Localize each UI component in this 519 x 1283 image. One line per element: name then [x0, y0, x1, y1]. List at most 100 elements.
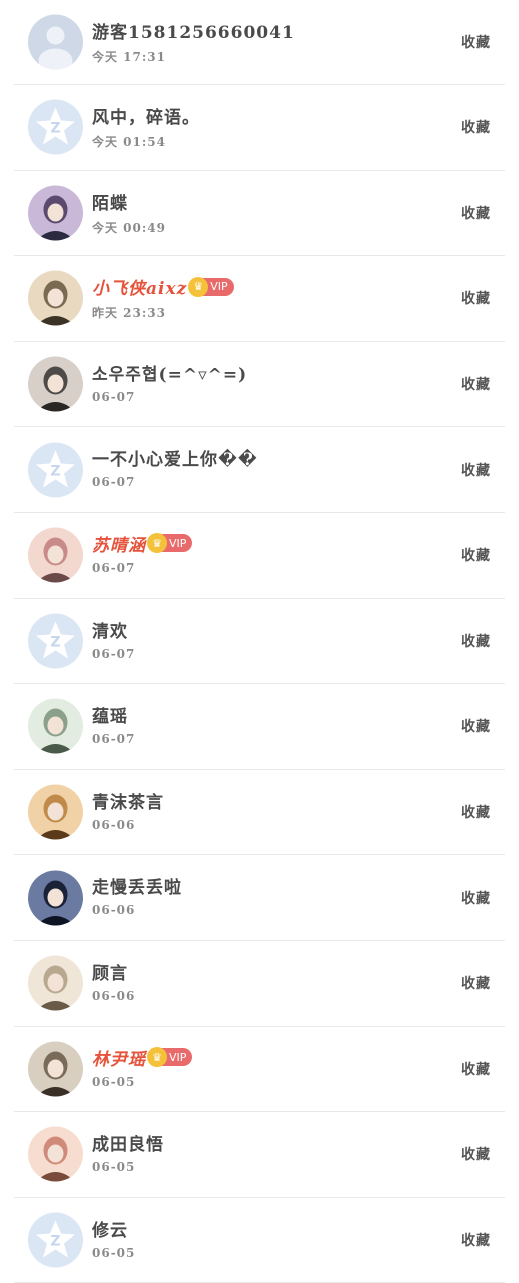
visit-time: 06-07	[92, 389, 136, 404]
vip-badge: ♛ VIP	[147, 1047, 193, 1068]
visitor-name[interactable]: 青沫茶言	[92, 788, 164, 813]
visitor-name[interactable]: 蕴瑶	[92, 702, 128, 727]
visitor-row[interactable]: 游客1581256660041 今天 17:31 收藏	[14, 0, 505, 85]
visitor-row[interactable]: 成田良悟 06-05 收藏	[14, 1112, 505, 1198]
visit-time: 今天 01:54	[92, 135, 167, 149]
visitor-name[interactable]: 林尹瑶	[92, 1045, 146, 1070]
visitor-name[interactable]: 风中，碎语。	[92, 103, 200, 128]
name-line: 成田良悟	[92, 1130, 164, 1155]
user-photo-avatar[interactable]	[28, 270, 83, 326]
favorite-button[interactable]: 收藏	[461, 460, 491, 480]
qzone-star-avatar-icon[interactable]: Z	[28, 99, 83, 155]
crown-icon: ♛	[147, 1047, 167, 1068]
favorite-button[interactable]: 收藏	[461, 1144, 491, 1164]
name-line: 一不小心爱上你��	[92, 445, 258, 470]
visitor-row[interactable]: 青沫茶言 06-06 收藏	[14, 770, 505, 856]
visitor-row[interactable]: Z 风中，碎语。 今天 01:54 收藏	[14, 85, 505, 171]
visitor-name[interactable]: 소우주협(=^▿^=)	[92, 360, 247, 385]
name-line: 林尹瑶 ♛ VIP	[92, 1045, 193, 1070]
name-line: 陌蝶	[92, 189, 128, 214]
qzone-star-avatar-icon[interactable]: Z	[28, 442, 83, 498]
favorite-button[interactable]: 收藏	[461, 203, 491, 223]
visitor-name[interactable]: 顾言	[92, 959, 128, 984]
name-line: 风中，碎语。	[92, 103, 200, 128]
visitor-name[interactable]: 成田良悟	[92, 1130, 164, 1155]
vip-badge-label: VIP	[169, 536, 187, 550]
favorite-button[interactable]: 收藏	[461, 888, 491, 908]
name-line: 小飞侠aixz ♛ VIP	[92, 274, 234, 299]
visitor-row[interactable]: 林尹瑶 ♛ VIP 06-05 收藏	[14, 1027, 505, 1113]
name-line: 소우주협(=^▿^=)	[92, 360, 247, 385]
user-photo-avatar[interactable]	[28, 784, 83, 840]
visitor-name[interactable]: 清欢	[92, 617, 128, 642]
user-photo-avatar[interactable]	[28, 955, 83, 1011]
visitor-row[interactable]: 小飞侠aixz ♛ VIP 昨天 23:33 收藏	[14, 256, 505, 342]
user-photo-avatar[interactable]	[28, 185, 83, 241]
visitor-name[interactable]: 苏晴涵	[92, 531, 146, 556]
name-line: 顾言	[92, 959, 128, 984]
visitor-name[interactable]: 一不小心爱上你��	[92, 445, 258, 470]
visitor-name[interactable]: 修云	[92, 1216, 128, 1241]
name-line: 走慢丢丢啦	[92, 873, 182, 898]
favorite-button[interactable]: 收藏	[461, 32, 491, 52]
visitor-row[interactable]: 陌蝶 今天 00:49 收藏	[14, 171, 505, 257]
qzone-star-avatar-icon[interactable]: Z	[28, 1212, 83, 1268]
crown-icon: ♛	[188, 276, 209, 297]
visit-time: 06-07	[92, 560, 136, 575]
visit-time: 06-07	[92, 475, 136, 490]
user-photo-avatar[interactable]	[28, 698, 83, 754]
visit-time: 今天 00:49	[92, 220, 167, 235]
user-photo-avatar[interactable]	[28, 870, 83, 926]
visitor-name[interactable]: 小飞侠aixz	[92, 274, 187, 299]
favorite-button[interactable]: 收藏	[461, 716, 491, 736]
user-photo-avatar[interactable]	[28, 1126, 83, 1182]
user-photo-avatar[interactable]	[28, 1041, 83, 1097]
favorite-button[interactable]: 收藏	[461, 374, 491, 394]
visit-time: 06-07	[92, 732, 136, 747]
user-photo-avatar[interactable]	[28, 527, 83, 583]
favorite-button[interactable]: 收藏	[461, 802, 491, 822]
visitor-name[interactable]: 走慢丢丢啦	[92, 873, 182, 898]
visit-time: 06-05	[92, 1074, 136, 1089]
visitor-row[interactable]: 顾言 06-06 收藏	[14, 941, 505, 1027]
visitor-name[interactable]: 陌蝶	[92, 189, 128, 214]
vip-badge: ♛ VIP	[188, 276, 234, 297]
visitor-row[interactable]: Z 清欢 06-07 收藏	[14, 599, 505, 685]
vip-badge: ♛ VIP	[147, 533, 193, 554]
favorite-button[interactable]: 收藏	[461, 545, 491, 565]
visitor-list: 游客1581256660041 今天 17:31 收藏 Z 风中，碎语。 今天 …	[0, 0, 519, 1283]
qzone-star-avatar-icon[interactable]: Z	[28, 613, 83, 669]
visit-time: 06-07	[92, 646, 136, 661]
crown-icon: ♛	[147, 533, 167, 554]
favorite-button[interactable]: 收藏	[461, 631, 491, 651]
visit-time: 06-05	[92, 1245, 136, 1260]
name-line: 苏晴涵 ♛ VIP	[92, 531, 193, 556]
svg-text:Z: Z	[50, 634, 60, 650]
name-line: 蕴瑶	[92, 702, 128, 727]
vip-badge-label: VIP	[169, 1050, 187, 1064]
favorite-button[interactable]: 收藏	[461, 288, 491, 308]
visit-time: 06-05	[92, 1160, 136, 1175]
visitor-row[interactable]: Z 一不小心爱上你�� 06-07 收藏	[14, 427, 505, 513]
svg-text:Z: Z	[50, 121, 60, 137]
vip-badge-label: VIP	[210, 280, 228, 294]
visit-time: 06-06	[92, 817, 136, 832]
visitor-row[interactable]: 走慢丢丢啦 06-06 收藏	[14, 855, 505, 941]
visitor-row[interactable]: 소우주협(=^▿^=) 06-07 收藏	[14, 342, 505, 428]
name-line: 修云	[92, 1216, 128, 1241]
name-line: 青沫茶言	[92, 788, 164, 813]
favorite-button[interactable]: 收藏	[461, 1059, 491, 1079]
visit-time: 今天 17:31	[92, 50, 167, 64]
visitor-row[interactable]: 蕴瑶 06-07 收藏	[14, 684, 505, 770]
favorite-button[interactable]: 收藏	[461, 1230, 491, 1250]
guest-avatar-icon[interactable]	[28, 14, 83, 70]
favorite-button[interactable]: 收藏	[461, 973, 491, 993]
visitor-row[interactable]: 苏晴涵 ♛ VIP 06-07 收藏	[14, 513, 505, 599]
visitor-row[interactable]: Z 修云 06-05 收藏	[14, 1198, 505, 1283]
visitor-name[interactable]: 游客1581256660041	[92, 18, 295, 43]
visit-time: 06-06	[92, 903, 136, 918]
favorite-button[interactable]: 收藏	[461, 117, 491, 137]
name-line: 游客1581256660041	[92, 18, 295, 43]
svg-text:Z: Z	[50, 463, 60, 479]
user-photo-avatar[interactable]	[28, 356, 83, 412]
